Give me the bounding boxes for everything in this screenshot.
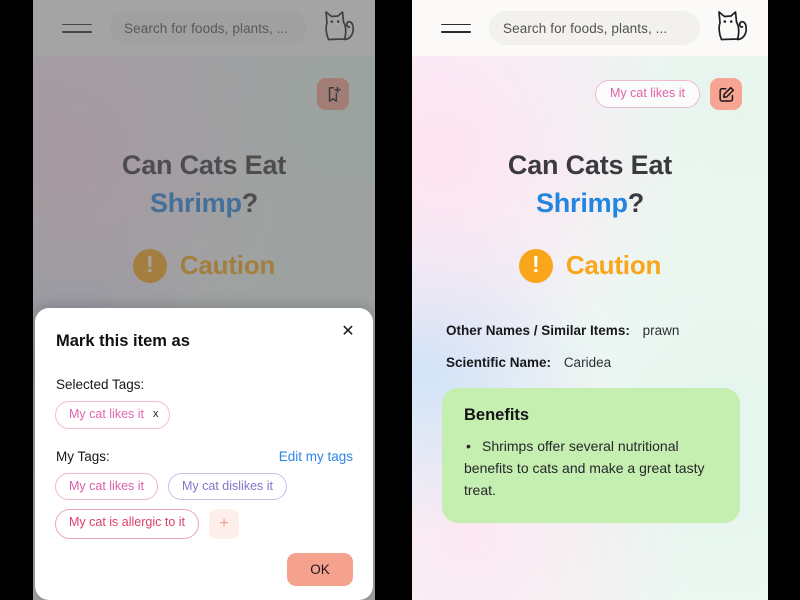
title-subject: Shrimp bbox=[535, 188, 628, 219]
benefits-card: Benefits Shrimps offer several nutrition… bbox=[442, 387, 740, 523]
edit-tags-button[interactable] bbox=[710, 78, 742, 110]
mark-item-modal: Mark this item as ✕ Selected Tags: My ca… bbox=[35, 308, 373, 600]
meta-key-scientific-name: Scientific Name: bbox=[446, 354, 552, 370]
meta-row: Other Names / Similar Items: prawn bbox=[446, 323, 768, 338]
article-tag-row-right: My cat likes it bbox=[412, 56, 768, 110]
benefits-list: Shrimps offer several nutritional benefi… bbox=[464, 435, 718, 501]
cat-logo-icon[interactable] bbox=[708, 6, 754, 50]
hamburger-icon[interactable] bbox=[441, 14, 471, 42]
edit-my-tags-link[interactable]: Edit my tags bbox=[279, 449, 353, 464]
search-input[interactable]: Search for foods, plants, ... bbox=[489, 11, 700, 45]
meta-value-other-names: prawn bbox=[642, 322, 680, 338]
tag-option-allergic[interactable]: My cat is allergic to it bbox=[55, 509, 200, 539]
screenshot-stage: Search for foods, plants, ... bbox=[0, 0, 800, 600]
remove-tag-icon[interactable]: x bbox=[153, 408, 159, 420]
page-title-right: Can Cats Eat Shrimp? bbox=[412, 146, 768, 223]
verdict-badge-right: ! Caution bbox=[412, 248, 768, 283]
selected-tags-list: My cat likes it x bbox=[55, 401, 353, 429]
tag-option-likes[interactable]: My cat likes it bbox=[55, 472, 159, 500]
search-placeholder-text: Search for foods, plants, ... bbox=[503, 20, 668, 36]
selected-tags-label: Selected Tags: bbox=[56, 377, 145, 392]
edit-square-icon bbox=[718, 86, 734, 102]
title-question-mark: ? bbox=[627, 188, 645, 219]
tag-option-dislikes[interactable]: My cat dislikes it bbox=[168, 472, 288, 500]
selected-tag-label: My cat likes it bbox=[69, 407, 145, 421]
verdict-label: Caution bbox=[565, 250, 662, 281]
right-phone-panel: Search for foods, plants, ... My cat lik… bbox=[412, 0, 768, 600]
add-tag-button[interactable]: + bbox=[209, 509, 240, 539]
app-header-right: Search for foods, plants, ... bbox=[412, 0, 768, 56]
exclamation-circle-icon: ! bbox=[518, 248, 553, 283]
close-icon[interactable]: ✕ bbox=[338, 322, 358, 342]
benefits-heading: Benefits bbox=[464, 405, 530, 424]
selected-tag-chip[interactable]: My cat likes it x bbox=[55, 401, 170, 429]
my-tags-label: My Tags: bbox=[56, 448, 110, 464]
modal-title: Mark this item as bbox=[56, 332, 190, 350]
title-prefix: Can Cats Eat bbox=[507, 150, 673, 180]
ok-button[interactable]: OK bbox=[287, 553, 353, 586]
meta-row: Scientific Name: Caridea bbox=[446, 355, 768, 370]
my-tags-list: My cat likes it My cat dislikes it My ca… bbox=[55, 472, 353, 539]
my-tags-header: My Tags: Edit my tags bbox=[56, 449, 353, 464]
meta-fields: Other Names / Similar Items: prawn Scien… bbox=[446, 323, 768, 370]
assigned-tag-chip[interactable]: My cat likes it bbox=[594, 80, 700, 108]
list-item: Shrimps offer several nutritional benefi… bbox=[464, 435, 718, 501]
article-body-right: My cat likes it Can Cats Eat Shrimp? ! C… bbox=[412, 56, 768, 600]
meta-key-other-names: Other Names / Similar Items: bbox=[446, 322, 630, 338]
meta-value-scientific-name: Caridea bbox=[563, 354, 612, 370]
